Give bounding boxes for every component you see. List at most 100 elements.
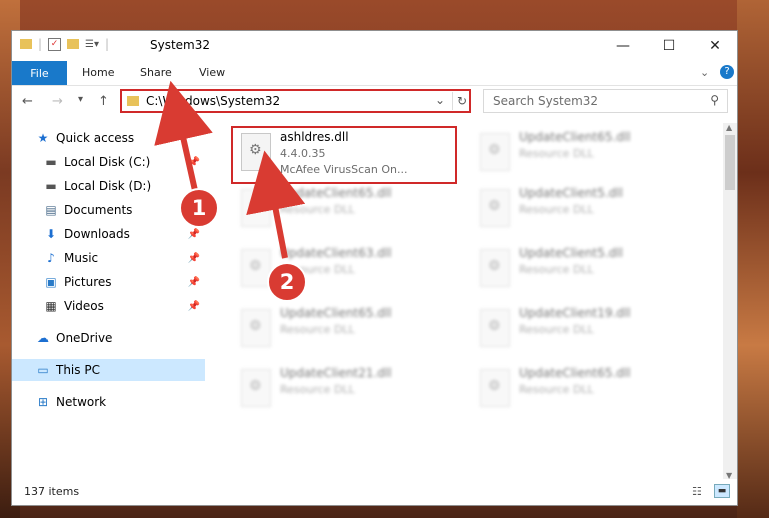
tab-home[interactable]: Home (82, 66, 114, 79)
tab-share[interactable]: Share (140, 66, 172, 79)
search-placeholder: Search System32 (493, 94, 599, 108)
folder-icon (20, 39, 32, 49)
network-icon: ⊞ (37, 395, 49, 409)
sidebar-item-this-pc[interactable]: ▭ This PC (12, 359, 205, 381)
step-badge-2: 2 (267, 262, 307, 302)
dll-file-icon (480, 249, 510, 287)
dll-file-icon (480, 133, 510, 171)
file-tile[interactable]: UpdateClient65.dll Resource DLL (233, 303, 455, 355)
sidebar-item-label: Documents (64, 203, 133, 217)
refresh-icon[interactable]: ↻ (452, 92, 471, 110)
quick-access-toolbar: | ✓ ☰▾ | (20, 37, 109, 51)
sidebar-item-local-disk-d[interactable]: ▬ Local Disk (D:) (12, 175, 205, 197)
tiles-view-icon[interactable]: ▬ (714, 484, 730, 498)
file-name: UpdateClient19.dll (519, 306, 631, 320)
file-type: Resource DLL (280, 203, 355, 216)
file-tile[interactable]: UpdateClient65.dll Resource DLL (472, 363, 694, 415)
dll-file-icon (241, 369, 271, 407)
address-row: ← → ▾ ↑ C:\Windows\System32 ⌄ ↻ Search S… (12, 86, 737, 120)
scroll-thumb[interactable] (725, 135, 735, 190)
sidebar-item-onedrive[interactable]: ☁ OneDrive (12, 327, 205, 349)
up-icon[interactable]: ↑ (98, 94, 109, 109)
file-type: Resource DLL (280, 323, 355, 336)
navigation-pane: ★ Quick access ▬ Local Disk (C:) 📌 ▬ Loc… (12, 123, 205, 480)
file-name: UpdateClient63.dll (280, 246, 392, 260)
pin-icon: 📌 (187, 228, 200, 240)
sidebar-item-quick-access[interactable]: ★ Quick access (12, 127, 205, 149)
search-icon: ⚲ (710, 93, 719, 107)
close-button[interactable]: ✕ (692, 31, 738, 61)
file-tile[interactable]: UpdateClient19.dll Resource DLL (472, 303, 694, 355)
file-tile[interactable]: UpdateClient5.dll Resource DLL (472, 183, 694, 235)
file-type: Resource DLL (519, 323, 594, 336)
forward-icon[interactable]: → (52, 94, 63, 109)
item-count: 137 items (24, 485, 80, 498)
address-path: C:\Windows\System32 (146, 94, 281, 108)
file-tile[interactable]: UpdateClient63.dll Resource DLL (233, 243, 455, 295)
file-name: UpdateClient65.dll (280, 186, 392, 200)
ribbon: File Home Share View ⌄ ? (12, 61, 737, 86)
help-icon[interactable]: ? (720, 65, 734, 79)
videos-icon: ▦ (45, 299, 57, 313)
address-bar[interactable]: C:\Windows\System32 ⌄ ↻ (120, 89, 471, 113)
file-name: UpdateClient5.dll (519, 186, 623, 200)
disk-icon: ▬ (45, 179, 57, 193)
disk-icon: ▬ (45, 155, 57, 169)
window-title: System32 (150, 38, 211, 52)
new-folder-icon[interactable] (67, 39, 80, 49)
sidebar-item-local-disk-c[interactable]: ▬ Local Disk (C:) 📌 (12, 151, 205, 173)
sidebar-item-label: This PC (56, 363, 100, 377)
file-type: Resource DLL (519, 263, 594, 276)
details-view-icon[interactable]: ☷ (692, 485, 702, 498)
sidebar-item-label: Local Disk (D:) (64, 179, 152, 193)
file-name: UpdateClient65.dll (519, 130, 631, 144)
file-highlight-box (231, 126, 457, 184)
sidebar-item-label: Network (56, 395, 107, 409)
sidebar-item-downloads[interactable]: ⬇ Downloads 📌 (12, 223, 205, 245)
sidebar-item-music[interactable]: ♪ Music 📌 (12, 247, 205, 269)
cloud-icon: ☁ (37, 331, 49, 345)
file-name: UpdateClient5.dll (519, 246, 623, 260)
file-tile[interactable]: UpdateClient65.dll Resource DLL (472, 127, 694, 179)
sidebar-item-network[interactable]: ⊞ Network (12, 391, 205, 413)
sidebar-item-pictures[interactable]: ▣ Pictures 📌 (12, 271, 205, 293)
file-type: Resource DLL (519, 203, 594, 216)
dll-file-icon (480, 369, 510, 407)
sidebar-item-label: Videos (64, 299, 104, 313)
sidebar-item-documents[interactable]: ▤ Documents 📌 (12, 199, 205, 221)
properties-icon[interactable]: ✓ (48, 37, 62, 51)
file-tile[interactable]: UpdateClient21.dll Resource DLL (233, 363, 455, 415)
maximize-button[interactable]: ☐ (646, 31, 692, 61)
sidebar-item-videos[interactable]: ▦ Videos 📌 (12, 295, 205, 317)
sidebar-item-label: OneDrive (56, 331, 113, 345)
file-tab[interactable]: File (12, 61, 67, 85)
search-input[interactable]: Search System32 ⚲ (483, 89, 728, 113)
customize-qa-icon[interactable]: ☰▾ (85, 39, 99, 50)
minimize-button[interactable]: — (600, 31, 646, 61)
scroll-up-icon[interactable]: ▲ (726, 123, 732, 132)
address-dropdown-icon[interactable]: ⌄ (435, 93, 445, 107)
file-type: Resource DLL (519, 147, 594, 160)
back-icon[interactable]: ← (22, 94, 33, 109)
recent-locations-icon[interactable]: ▾ (78, 94, 83, 105)
dll-file-icon (480, 309, 510, 347)
sidebar-item-label: Music (64, 251, 99, 265)
file-tile[interactable]: UpdateClient5.dll Resource DLL (472, 243, 694, 295)
file-type: Resource DLL (519, 383, 594, 396)
pictures-icon: ▣ (45, 275, 57, 289)
file-type: Resource DLL (280, 383, 355, 396)
documents-icon: ▤ (45, 203, 57, 217)
title-bar: | ✓ ☰▾ | System32 — ☐ ✕ (12, 31, 737, 61)
expand-ribbon-icon[interactable]: ⌄ (700, 66, 709, 79)
sidebar-item-label: Quick access (56, 131, 135, 145)
tab-view[interactable]: View (199, 66, 225, 79)
file-explorer-window: | ✓ ☰▾ | System32 — ☐ ✕ File Home Share … (11, 30, 738, 506)
file-tile[interactable]: UpdateClient65.dll Resource DLL (233, 183, 455, 235)
file-name: UpdateClient21.dll (280, 366, 392, 380)
star-icon: ★ (37, 131, 49, 145)
pc-icon: ▭ (37, 363, 49, 377)
dll-file-icon (241, 189, 271, 227)
download-icon: ⬇ (45, 227, 57, 241)
vertical-scrollbar[interactable]: ▲ ▼ (723, 123, 737, 480)
pin-icon: 📌 (187, 276, 200, 288)
